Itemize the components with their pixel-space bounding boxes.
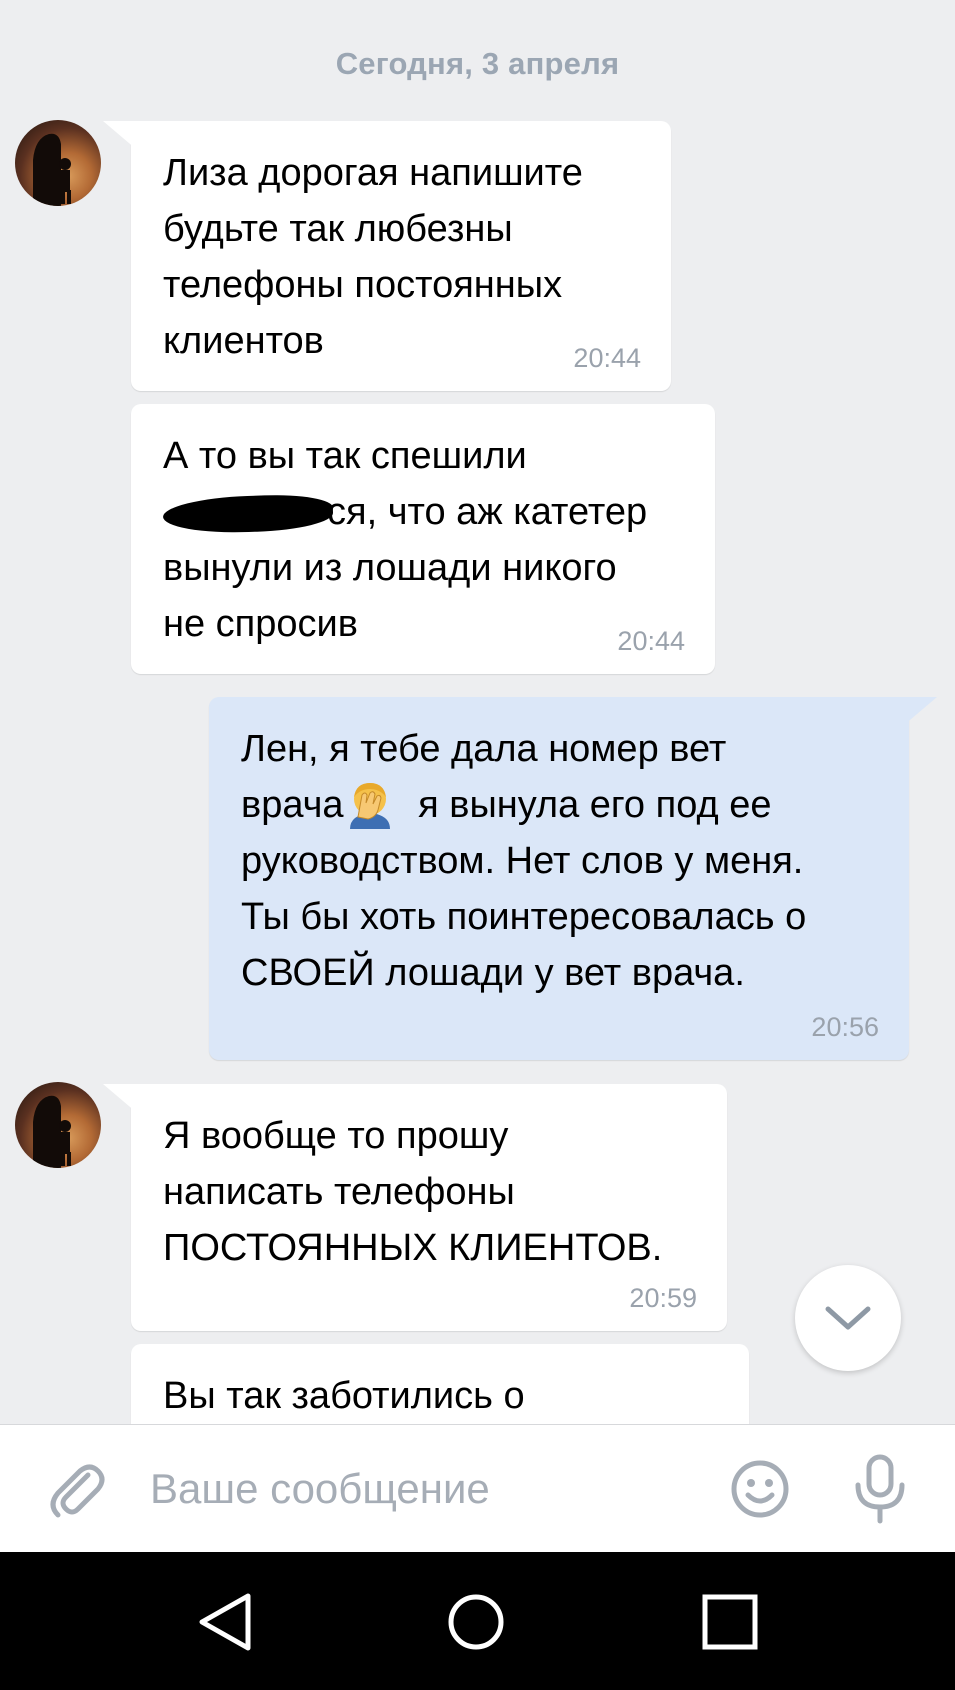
chevron-down-icon xyxy=(825,1306,871,1330)
message-line-redacted: ся, что аж катетер xyxy=(162,484,683,540)
message-bubble-incoming[interactable]: Я вообще то прошу написать телефоны ПОСТ… xyxy=(103,1084,727,1331)
message-line: Лиза дорогая напишите xyxy=(163,152,583,194)
message-line: Ты бы хоть поинтересовалась о xyxy=(241,896,807,938)
message-line: Я вообще то прошу xyxy=(163,1115,509,1157)
message-line: клиентов xyxy=(163,320,324,362)
smile-icon[interactable] xyxy=(728,1457,792,1521)
message-line-text: я вынула его под ее xyxy=(407,784,772,826)
message-time: 20:44 xyxy=(617,626,685,656)
avatar[interactable] xyxy=(15,1082,101,1168)
redaction-scribble xyxy=(162,493,334,535)
message-line-with-emoji: врача я вынула его под ее xyxy=(241,777,877,833)
message-bubble-outgoing[interactable]: Лен, я тебе дала номер вет врача я вынул… xyxy=(209,697,937,1060)
facepalm-emoji-icon xyxy=(349,783,390,829)
message-bubble-incoming[interactable]: Лиза дорогая напишите будьте так любезны… xyxy=(103,121,671,391)
message-time: 20:56 xyxy=(811,1012,879,1042)
system-navigation-bar xyxy=(0,1552,955,1690)
message-bubble-incoming[interactable]: Вы так заботились о xyxy=(131,1344,749,1424)
date-separator: Сегодня, 3 апреля xyxy=(335,46,620,81)
triangle-back-icon[interactable] xyxy=(186,1582,266,1662)
message-line: не спросив xyxy=(163,603,358,645)
avatar-image xyxy=(33,133,71,206)
message-line: ПОСТОЯННЫХ КЛИЕНТОВ. xyxy=(163,1227,663,1269)
message-line: будьте так любезны xyxy=(163,208,513,250)
chat-area[interactable]: Сегодня, 3 апреля Лиза дорогая напишите … xyxy=(0,0,955,1424)
circle-home-icon[interactable] xyxy=(436,1582,516,1662)
avatar-image xyxy=(33,1095,71,1168)
message-line: руководством. Нет слов у меня. xyxy=(241,840,804,882)
square-recents-icon[interactable] xyxy=(690,1582,770,1662)
message-bubble-incoming[interactable]: А то вы так спешили ся, что аж катетер в… xyxy=(131,404,715,674)
message-line-text: врача xyxy=(241,784,344,826)
message-line: Вы так заботились о xyxy=(163,1375,525,1417)
message-line: написать телефоны xyxy=(163,1171,515,1213)
message-line: телефоны постоянных xyxy=(163,264,563,306)
message-time: 20:59 xyxy=(629,1283,697,1313)
avatar[interactable] xyxy=(15,120,101,206)
microphone-icon[interactable] xyxy=(850,1453,910,1525)
message-input[interactable] xyxy=(150,1457,710,1521)
paperclip-icon[interactable] xyxy=(44,1457,108,1521)
message-composer xyxy=(0,1424,955,1552)
message-line: СВОЕЙ лошади у вет врача. xyxy=(241,952,745,994)
message-time: 20:44 xyxy=(573,343,641,373)
message-line: Лен, я тебе дала номер вет xyxy=(241,728,727,770)
message-line: вынули из лошади никого xyxy=(163,547,617,589)
message-line-text: ся, что аж катетер xyxy=(327,491,648,533)
bubble-tail xyxy=(103,1084,143,1118)
message-line: А то вы так спешили xyxy=(163,435,527,477)
bubble-tail xyxy=(103,121,143,155)
bubble-tail xyxy=(897,697,937,731)
scroll-down-button[interactable] xyxy=(795,1265,901,1371)
